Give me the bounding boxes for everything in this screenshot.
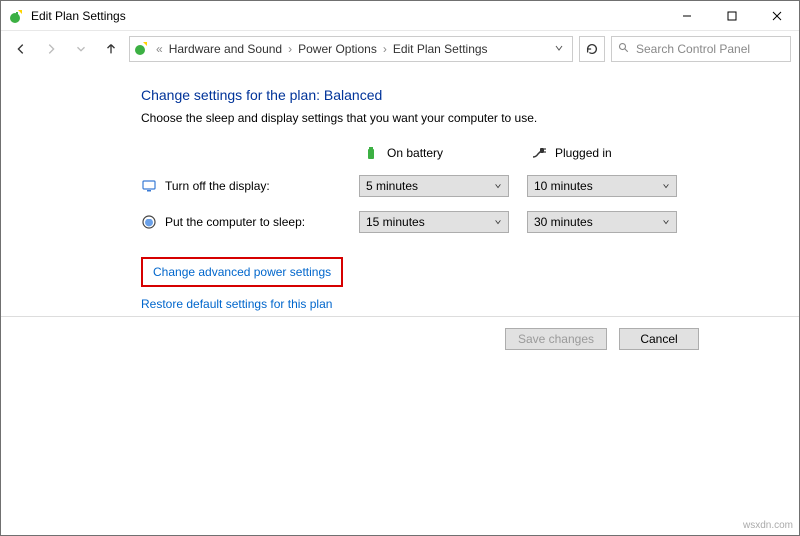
page-subtext: Choose the sleep and display settings th… [141, 111, 759, 125]
column-on-battery: On battery [359, 145, 509, 161]
forward-button[interactable] [39, 37, 63, 61]
breadcrumb-edit-plan[interactable]: Edit Plan Settings [393, 42, 488, 56]
footer-bar: Save changes Cancel [1, 316, 799, 360]
watermark: wsxdn.com [743, 520, 793, 531]
recent-dropdown[interactable] [69, 37, 93, 61]
close-button[interactable] [754, 1, 799, 30]
back-button[interactable] [9, 37, 33, 61]
minimize-button[interactable] [664, 1, 709, 30]
chevron-down-icon [662, 182, 670, 190]
power-icon [134, 40, 150, 59]
breadcrumb-separator: « [154, 42, 165, 56]
sleep-battery-select[interactable]: 15 minutes [359, 211, 509, 233]
window-controls [664, 1, 799, 30]
link-restore-defaults[interactable]: Restore default settings for this plan [141, 297, 332, 311]
breadcrumb-power-options[interactable]: Power Options [298, 42, 377, 56]
display-icon [141, 178, 157, 194]
link-advanced-power-settings[interactable]: Change advanced power settings [153, 265, 331, 279]
window: Edit Plan Settings « Hardware and Sound … [0, 0, 800, 536]
settings-grid: On battery Plugged in Turn off the displ… [141, 145, 759, 233]
titlebar: Edit Plan Settings [1, 1, 799, 31]
row-turn-off-display: Turn off the display: [141, 178, 341, 194]
row-put-to-sleep: Put the computer to sleep: [141, 214, 341, 230]
page-heading: Change settings for the plan: Balanced [141, 87, 759, 103]
display-battery-select[interactable]: 5 minutes [359, 175, 509, 197]
window-title: Edit Plan Settings [31, 9, 664, 23]
search-input[interactable]: Search Control Panel [611, 36, 791, 62]
chevron-right-icon: › [286, 42, 294, 56]
links-area: Change advanced power settings Restore d… [141, 257, 759, 311]
address-bar[interactable]: « Hardware and Sound › Power Options › E… [129, 36, 573, 62]
column-plugged-in: Plugged in [527, 145, 677, 161]
address-dropdown[interactable] [550, 42, 568, 56]
highlight-box: Change advanced power settings [141, 257, 343, 287]
maximize-button[interactable] [709, 1, 754, 30]
search-icon [618, 42, 630, 57]
content-area: Change settings for the plan: Balanced C… [1, 67, 799, 311]
plug-icon [531, 145, 547, 161]
display-plugged-select[interactable]: 10 minutes [527, 175, 677, 197]
battery-icon [363, 145, 379, 161]
up-button[interactable] [99, 37, 123, 61]
cancel-button[interactable]: Cancel [619, 328, 699, 350]
app-icon [9, 8, 25, 24]
save-changes-button[interactable]: Save changes [505, 328, 607, 350]
chevron-right-icon: › [381, 42, 389, 56]
refresh-button[interactable] [579, 36, 605, 62]
toolbar: « Hardware and Sound › Power Options › E… [1, 31, 799, 67]
chevron-down-icon [494, 218, 502, 226]
sleep-icon [141, 214, 157, 230]
sleep-plugged-select[interactable]: 30 minutes [527, 211, 677, 233]
breadcrumb-hardware[interactable]: Hardware and Sound [169, 42, 282, 56]
chevron-down-icon [494, 182, 502, 190]
chevron-down-icon [662, 218, 670, 226]
search-placeholder: Search Control Panel [636, 42, 750, 56]
